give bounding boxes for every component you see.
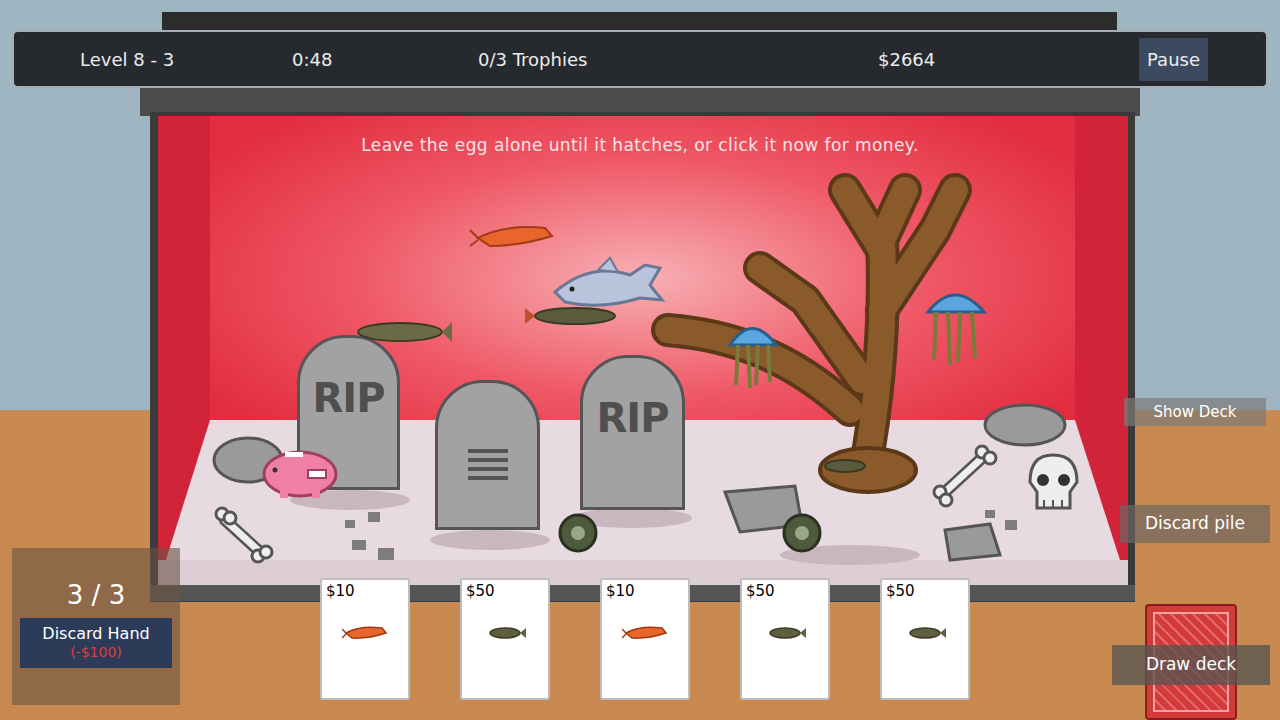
discard-label: Discard Hand <box>42 624 149 644</box>
trophy-counter: 0/3 Trophies <box>478 46 878 73</box>
fish-icon <box>358 322 452 342</box>
fish-icon <box>482 623 528 643</box>
show-deck-button[interactable]: Show Deck <box>1124 398 1266 426</box>
card-hand: $10 $50 $10 $50 $50 <box>320 578 970 700</box>
egg-icon[interactable] <box>560 515 596 551</box>
scribble-icon <box>468 449 508 480</box>
tombstone <box>435 380 540 530</box>
jellyfish-icon <box>730 329 776 389</box>
timer: 0:48 <box>292 46 478 73</box>
card[interactable]: $50 <box>740 578 830 700</box>
discard-pile-button[interactable]: Discard pile <box>1120 505 1270 543</box>
money-counter: $2664 <box>878 46 1139 73</box>
card-art <box>462 623 548 643</box>
card-price: $10 <box>322 580 408 601</box>
card-price: $50 <box>462 580 548 601</box>
fish-icon <box>902 623 948 643</box>
discard-hand-button[interactable]: Discard Hand(-$100) <box>20 618 172 668</box>
card-art <box>882 623 968 643</box>
top-bar: Level 8 - 30:480/3 Trophies$2664Pause <box>12 30 1268 88</box>
card-price: $10 <box>602 580 688 601</box>
tombstone: RIP <box>297 335 400 490</box>
jellyfish-icon <box>928 295 984 365</box>
card[interactable]: $50 <box>880 578 970 700</box>
level-label: Level 8 - 3 <box>80 46 292 73</box>
shrimp-icon <box>470 227 552 246</box>
scribble-line <box>468 467 508 471</box>
card-art <box>322 623 408 643</box>
card-art <box>742 623 828 643</box>
bone-icon <box>934 446 996 506</box>
draw-deck-button[interactable]: Draw deck <box>1112 645 1270 685</box>
card-price: $50 <box>742 580 828 601</box>
pause-button[interactable]: Pause <box>1139 38 1208 81</box>
card[interactable]: $10 <box>320 578 410 700</box>
hint-text: Leave the egg alone until it hatches, or… <box>0 133 1280 159</box>
card[interactable]: $10 <box>600 578 690 700</box>
tombstone-inscription: RIP <box>597 398 669 438</box>
skull-icon <box>1030 455 1077 508</box>
tombstone-inscription: RIP <box>313 378 385 418</box>
game-screen: RIP RIP Leave the egg alone until it hatc… <box>0 0 1280 720</box>
bone-icon <box>216 508 272 562</box>
driftwood-tree <box>668 190 955 492</box>
card-art <box>602 623 688 643</box>
shark-icon <box>555 258 662 305</box>
scribble-line <box>468 449 508 453</box>
tombstone: RIP <box>580 355 685 510</box>
card[interactable]: $50 <box>460 578 550 700</box>
scribble-line <box>468 458 508 462</box>
shrimp-icon <box>342 623 388 643</box>
egg-icon[interactable] <box>784 515 820 551</box>
fish-icon <box>762 623 808 643</box>
card-price: $50 <box>882 580 968 601</box>
hand-panel: 3 / 3 Discard Hand(-$100) <box>12 548 180 705</box>
piggy-bank-icon <box>264 452 336 498</box>
discard-cost: (-$100) <box>70 644 122 662</box>
fish-icon <box>525 308 615 324</box>
shrimp-icon <box>622 623 668 643</box>
hand-counter: 3 / 3 <box>67 582 125 608</box>
scribble-line <box>468 476 508 480</box>
